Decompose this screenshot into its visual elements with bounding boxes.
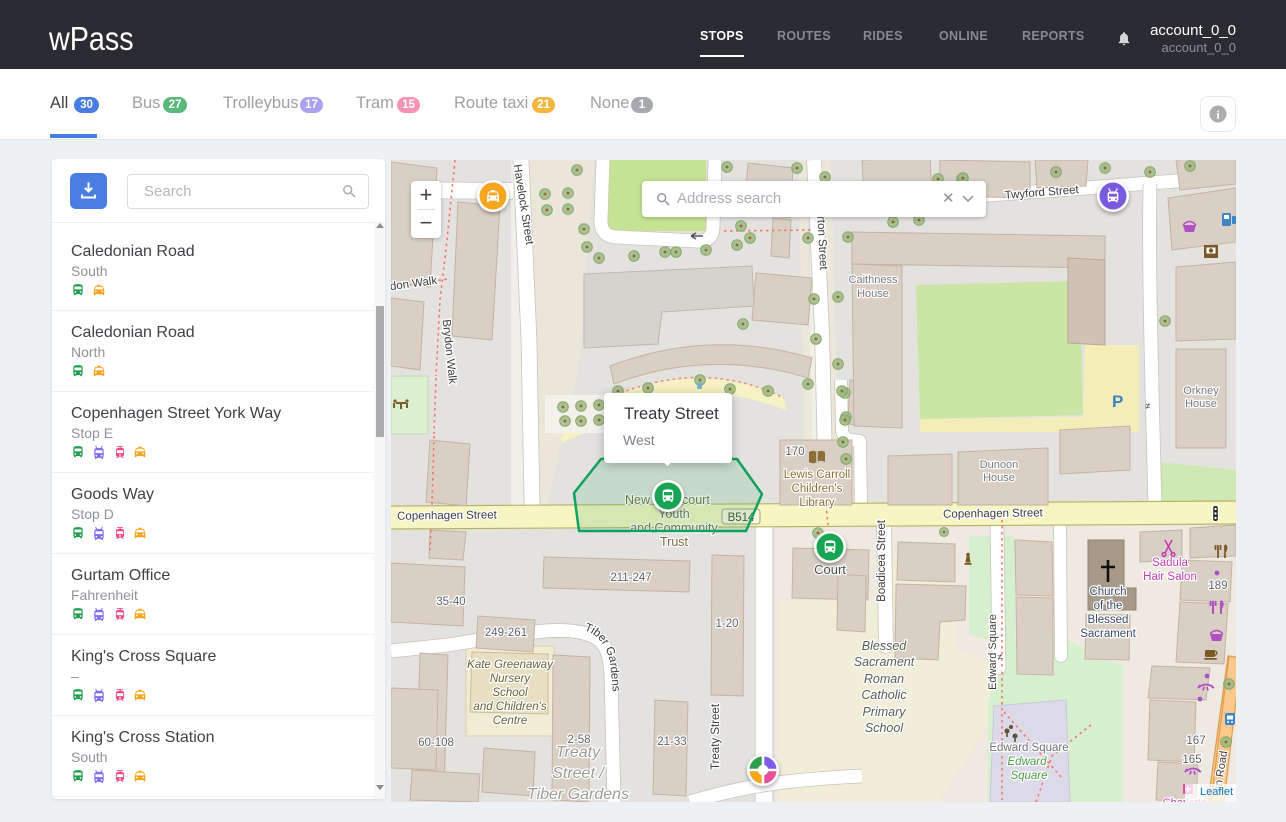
- svg-text:Primary: Primary: [862, 705, 906, 719]
- svg-text:21-33: 21-33: [657, 736, 686, 748]
- svg-text:Treaty Street: Treaty Street: [710, 703, 722, 770]
- svg-text:249-261: 249-261: [485, 627, 527, 639]
- svg-text:House: House: [1185, 398, 1217, 410]
- svg-text:House: House: [857, 288, 889, 300]
- svg-text:Treaty: Treaty: [556, 744, 601, 761]
- svg-text:Church: Church: [1089, 586, 1126, 598]
- svg-text:211-247: 211-247: [610, 572, 651, 584]
- svg-text:Edward: Edward: [1008, 756, 1048, 768]
- svg-text:Sadula: Sadula: [1152, 557, 1188, 569]
- svg-text:170: 170: [785, 446, 804, 458]
- svg-text:Catholic: Catholic: [861, 688, 907, 702]
- svg-text:Copenhagen Street: Copenhagen Street: [397, 509, 498, 522]
- svg-text:Orkney: Orkney: [1183, 385, 1219, 397]
- svg-text:≠: ≠: [1146, 401, 1151, 411]
- svg-text:Hair Salon: Hair Salon: [1143, 571, 1197, 583]
- svg-text:Children's: Children's: [792, 483, 843, 495]
- svg-text:Blessed: Blessed: [1088, 614, 1129, 626]
- svg-text:Boadicea Street: Boadicea Street: [876, 519, 888, 602]
- svg-text:Centre: Centre: [493, 715, 528, 727]
- svg-text:Blessed: Blessed: [862, 639, 908, 653]
- svg-text:Square: Square: [1010, 770, 1047, 782]
- svg-text:Caithness: Caithness: [849, 274, 898, 286]
- svg-text:≠: ≠: [998, 652, 1003, 662]
- svg-text:Trust: Trust: [660, 535, 689, 549]
- svg-text:Street /: Street /: [552, 765, 605, 782]
- svg-text:Sacrament: Sacrament: [1080, 628, 1136, 640]
- svg-text:School: School: [492, 687, 528, 699]
- svg-text:House: House: [983, 472, 1015, 484]
- svg-text:167: 167: [1186, 735, 1205, 747]
- svg-text:165: 165: [1182, 754, 1201, 766]
- svg-text:Kate Greenaway: Kate Greenaway: [467, 659, 554, 671]
- svg-text:of the: of the: [1094, 600, 1123, 612]
- svg-text:Lewis Carroll: Lewis Carroll: [784, 469, 850, 481]
- svg-text:Court: Court: [814, 562, 846, 577]
- svg-text:189: 189: [1208, 580, 1227, 592]
- svg-text:Copenhagen Street: Copenhagen Street: [943, 507, 1044, 520]
- svg-text:Tiber Gardens: Tiber Gardens: [527, 786, 629, 802]
- svg-text:P: P: [1112, 392, 1123, 411]
- svg-text:Library: Library: [799, 497, 834, 509]
- svg-text:60-108: 60-108: [418, 737, 454, 749]
- svg-text:Sacrament: Sacrament: [854, 655, 915, 669]
- svg-text:Dunoon: Dunoon: [980, 459, 1019, 471]
- svg-text:Roman: Roman: [864, 672, 904, 686]
- svg-text:1-20: 1-20: [715, 618, 738, 630]
- svg-text:35-40: 35-40: [436, 596, 465, 608]
- svg-text:Edward Square: Edward Square: [989, 742, 1068, 754]
- svg-text:and Children's: and Children's: [473, 701, 546, 713]
- svg-text:School: School: [865, 721, 904, 735]
- svg-text:Nursery: Nursery: [490, 673, 532, 685]
